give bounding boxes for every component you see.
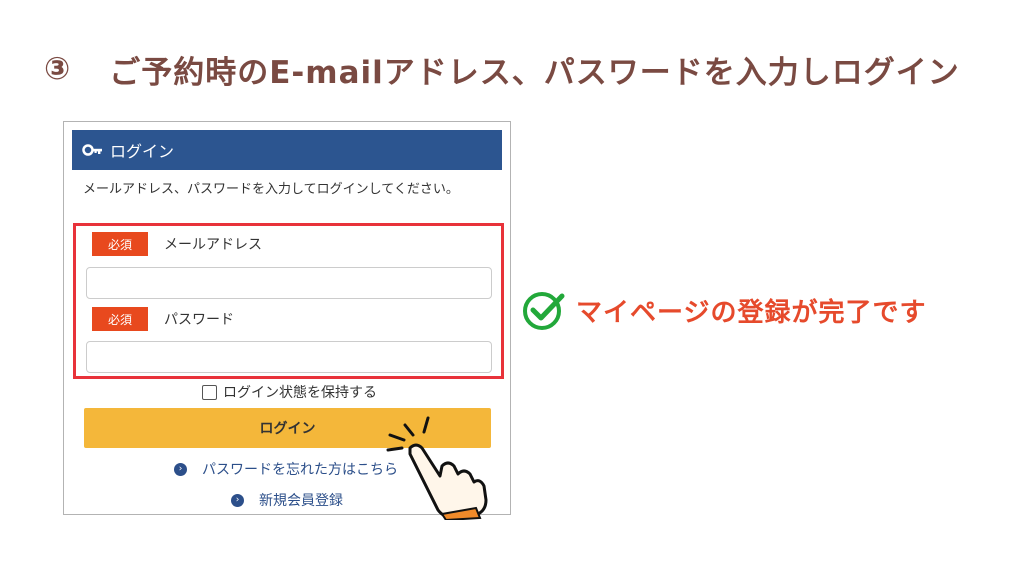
key-icon: [82, 144, 102, 156]
password-label: パスワード: [164, 312, 234, 328]
forgot-password-link[interactable]: › パスワードを忘れた方はこちら: [174, 459, 398, 479]
email-label-row: 必須 メールアドレス: [92, 232, 262, 256]
credentials-highlight: 必須 メールアドレス 必須 パスワード: [73, 223, 504, 379]
required-badge: 必須: [92, 307, 148, 331]
circle-arrow-icon: ›: [231, 493, 244, 507]
completion-callout: マイページの登録が完了です: [522, 288, 926, 332]
panel-title: ログイン: [110, 142, 175, 161]
check-circle-icon: [523, 292, 565, 330]
panel-header: ログイン: [72, 130, 502, 170]
email-field[interactable]: [86, 267, 492, 299]
step-number: ③: [44, 51, 72, 87]
forgot-password-label: パスワードを忘れた方はこちら: [202, 462, 398, 478]
remember-login[interactable]: ログイン状態を保持する: [202, 382, 377, 402]
instruction-text: ご予約時のE-mailアドレス、パスワードを入力しログイン: [109, 54, 960, 91]
email-label: メールアドレス: [164, 237, 262, 253]
circle-arrow-icon: ›: [174, 462, 187, 476]
register-label: 新規会員登録: [259, 493, 343, 509]
instruction-heading: ③ ご予約時のE-mailアドレス、パスワードを入力しログイン: [44, 44, 960, 94]
pointing-hand-icon: [386, 416, 488, 520]
password-label-row: 必須 パスワード: [92, 307, 234, 331]
password-field[interactable]: [86, 341, 492, 373]
register-link[interactable]: › 新規会員登録: [231, 490, 343, 510]
remember-checkbox[interactable]: [202, 384, 217, 400]
completion-text: マイページの登録が完了です: [576, 297, 927, 328]
remember-label: ログイン状態を保持する: [223, 385, 377, 401]
required-badge: 必須: [92, 232, 148, 256]
login-instructions: メールアドレス、パスワードを入力してログインしてください。: [83, 182, 459, 197]
